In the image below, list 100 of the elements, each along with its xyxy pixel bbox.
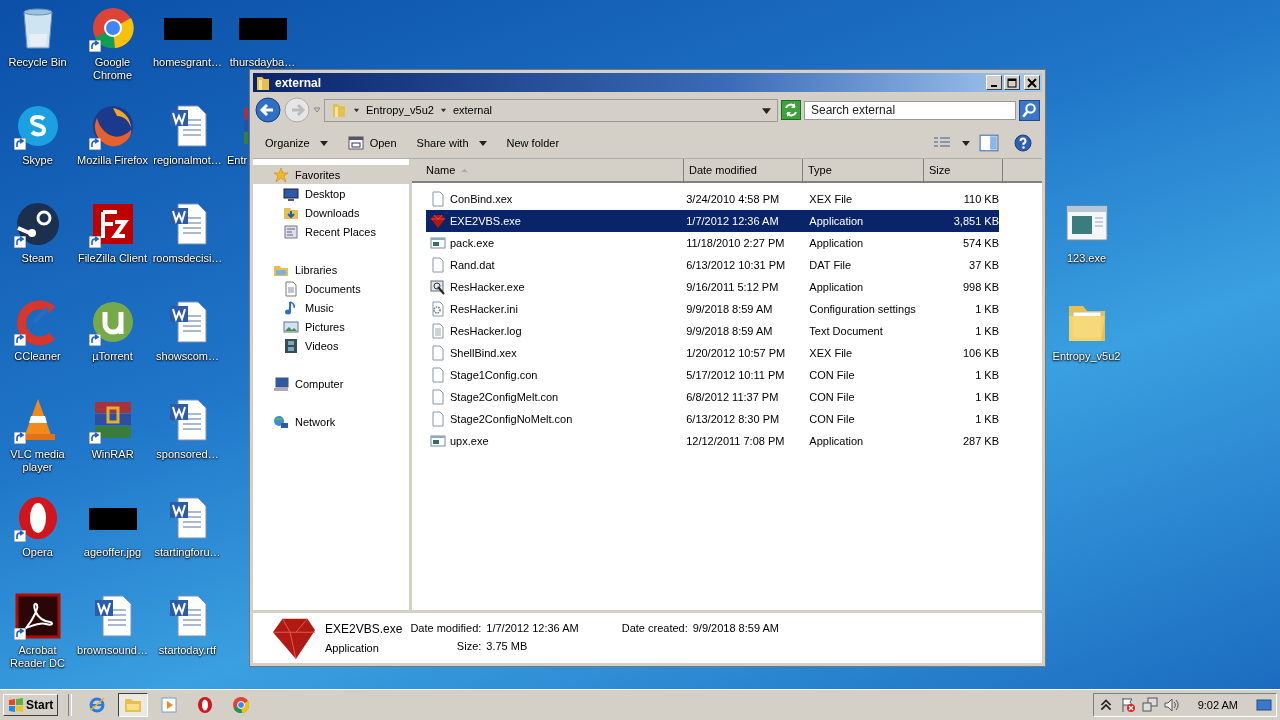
breadcrumb-item[interactable]: Entropy_v5u2: [366, 104, 434, 116]
nav-item[interactable]: Computer: [253, 374, 409, 393]
pictures-icon: [283, 318, 299, 335]
file-name: ConBind.xex: [450, 193, 513, 205]
show-desktop-button[interactable]: [1256, 697, 1272, 713]
close-icon: [1027, 77, 1037, 88]
opera-icon: [196, 696, 215, 714]
search-field[interactable]: Search external: [804, 100, 1016, 120]
star-icon: [273, 166, 289, 183]
flag-warning-icon[interactable]: [1119, 697, 1136, 713]
acrobat-icon: [13, 592, 62, 640]
help-icon[interactable]: [1013, 134, 1033, 152]
media-player-icon: [160, 696, 179, 714]
windows-logo-icon: [8, 697, 24, 713]
column-header[interactable]: Date modified: [684, 159, 803, 181]
refresh-button[interactable]: [781, 100, 801, 120]
detail-value: 1/7/2012 12:36 AM: [486, 622, 579, 634]
text-file-icon: [430, 323, 446, 339]
table-cell-text: 6/13/2012 10:31 PM: [685, 259, 787, 271]
application-icon: [430, 433, 446, 449]
file-row[interactable]: ResHacker.ini 9/9/2018 8:59 AM Configuration settings 1 KB: [426, 298, 999, 320]
column-header[interactable]: Name: [412, 159, 684, 181]
file-name: ResHacker.log: [450, 325, 522, 337]
toolbar-button[interactable]: New folder: [498, 135, 568, 151]
caret-icon[interactable]: [962, 139, 970, 147]
start-button[interactable]: Start: [3, 694, 59, 716]
film-icon: [283, 337, 299, 354]
detail-label: Size:: [455, 640, 482, 652]
clock[interactable]: 9:02 AM: [1197, 699, 1238, 711]
nav-item[interactable]: Recent Places: [253, 222, 409, 241]
nav-item[interactable]: Music: [253, 298, 409, 317]
nav-item[interactable]: Pictures: [253, 317, 409, 336]
table-cell-text: Application: [808, 215, 865, 227]
maximize-button[interactable]: [1004, 75, 1020, 90]
caret-icon[interactable]: [439, 106, 447, 114]
file-name: ShellBind.xex: [450, 347, 517, 359]
detail-value: 9/9/2018 8:59 AM: [692, 622, 779, 634]
desktop-icon: [283, 185, 299, 202]
file-row[interactable]: upx.exe 12/12/2011 7:08 PM Application 287 KB: [426, 430, 999, 452]
nav-item[interactable]: Videos: [253, 336, 409, 355]
settings-file-icon: [430, 301, 446, 317]
network-icon[interactable]: [1141, 697, 1158, 713]
close-button[interactable]: [1024, 75, 1040, 90]
file-row[interactable]: ResHacker.exe 9/16/2011 5:12 PM Application 998 KB: [426, 276, 999, 298]
table-cell-text: 1 KB: [974, 303, 999, 315]
nav-item[interactable]: Desktop: [253, 184, 409, 203]
column-header[interactable]: Type: [803, 159, 924, 181]
file-row[interactable]: ConBind.xex 3/24/2010 4:58 PM XEX File 110 KB: [426, 188, 999, 210]
table-cell-text: 6/8/2012 11:37 PM: [685, 391, 780, 403]
search-button[interactable]: [1019, 99, 1040, 121]
taskbar-button[interactable]: [118, 693, 149, 717]
nav-item[interactable]: Libraries: [253, 260, 409, 279]
address-bar[interactable]: Entropy_v5u2 external: [324, 98, 778, 122]
caret-icon[interactable]: [353, 106, 360, 114]
table-cell-text: 1/20/2012 10:57 PM: [685, 347, 787, 359]
file-row[interactable]: Rand.dat 6/13/2012 10:31 PM DAT File 37 KB: [426, 254, 999, 276]
file-row[interactable]: EXE2VBS.exe 1/7/2012 12:36 AM Application 3,851 KB: [426, 210, 999, 232]
table-cell-text: 1/7/2012 12:36 AM: [685, 215, 780, 227]
table-cell-text: 37 KB: [968, 259, 999, 271]
file-name: EXE2VBS.exe: [450, 215, 521, 227]
blank-file-icon: [430, 367, 446, 383]
nav-item[interactable]: Downloads: [253, 203, 409, 222]
toolbar-button[interactable]: Share with: [408, 135, 495, 151]
internet-explorer-icon: [88, 696, 107, 714]
toolbar-button[interactable]: Open: [339, 133, 405, 153]
file-name: Stage2ConfigMelt.con: [450, 391, 559, 403]
file-row[interactable]: Stage2ConfigNoMelt.con 6/13/2012 8:30 PM CON File 1 KB: [426, 408, 999, 430]
network-icon: [273, 413, 289, 430]
file-name: ResHacker.exe: [450, 281, 525, 293]
table-cell-text: 106 KB: [961, 347, 999, 359]
table-cell-text: Application: [808, 435, 865, 447]
table-cell-text: 11/18/2010 2:27 PM: [685, 237, 786, 249]
recent-places-icon: [283, 223, 299, 240]
toolbar-button[interactable]: Organize: [257, 135, 336, 151]
file-row[interactable]: pack.exe 11/18/2010 2:27 PM Application 574 KB: [426, 232, 999, 254]
table-cell-text: 1 KB: [974, 325, 999, 337]
caret-icon[interactable]: [762, 105, 771, 115]
speaker-icon[interactable]: [1163, 697, 1180, 713]
minimize-button[interactable]: [986, 75, 1002, 90]
nav-item[interactable]: Network: [253, 412, 409, 431]
preview-pane-icon[interactable]: [979, 134, 999, 152]
file-row[interactable]: ShellBind.xex 1/20/2012 10:57 PM XEX File 106 KB: [426, 342, 999, 364]
table-cell-text: 110 KB: [962, 193, 999, 205]
breadcrumb-item[interactable]: external: [452, 104, 493, 116]
file-row[interactable]: Stage2ConfigMelt.con 6/8/2012 11:37 PM CON File 1 KB: [426, 386, 999, 408]
table-cell-text: 5/17/2012 10:11 PM: [685, 369, 786, 381]
table-cell-text: CON File: [808, 391, 856, 403]
file-row[interactable]: Stage1Config.con 5/17/2012 10:11 PM CON File 1 KB: [426, 364, 999, 386]
nav-item[interactable]: Favorites: [253, 165, 409, 184]
detail-value: 3.75 MB: [486, 640, 529, 652]
table-cell-text: XEX File: [808, 193, 854, 205]
file-row[interactable]: ResHacker.log 9/9/2018 8:59 AM Text Document 1 KB: [426, 320, 999, 342]
table-cell-text: Text Document: [808, 325, 884, 337]
nav-item[interactable]: Documents: [253, 279, 409, 298]
back-button[interactable]: [255, 97, 281, 123]
reshacker-icon: [430, 279, 446, 295]
folder-icon: [331, 102, 347, 118]
column-header[interactable]: Size: [924, 159, 1003, 181]
window-icon: [347, 135, 364, 151]
file-name: ResHacker.ini: [450, 303, 518, 315]
